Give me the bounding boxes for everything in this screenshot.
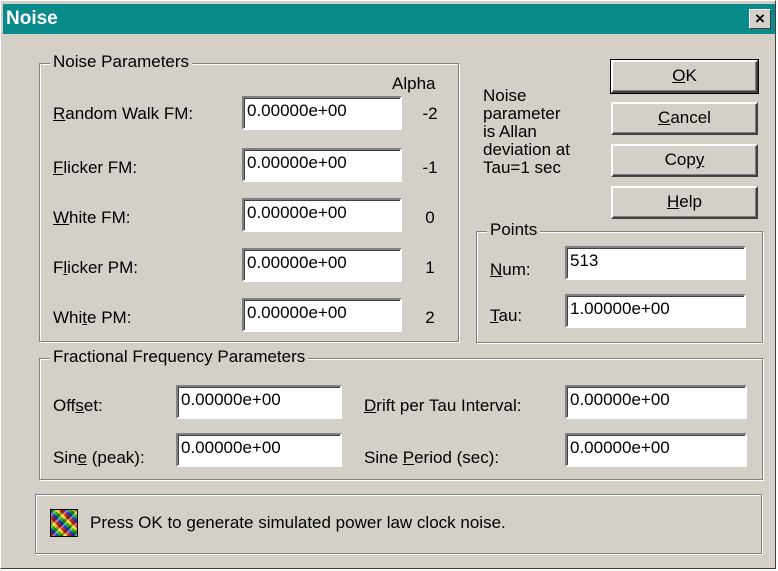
alpha-value: 1 [425,258,435,277]
white-fm-input[interactable]: 0.00000e+00 [242,198,402,232]
note-line: parameter [483,104,561,123]
alpha-value: 0 [425,208,435,227]
noise-note: Noise parameter is Allan deviation at Ta… [483,87,593,177]
sine-period-input[interactable]: 0.00000e+00 [565,433,747,467]
white-pm-input[interactable]: 0.00000e+00 [242,298,402,332]
flicker-fm-input[interactable]: 0.00000e+00 [242,148,402,182]
flicker-pm-label: Flicker PM: [53,258,139,277]
cancel-button[interactable]: Cancel [611,102,758,135]
window-title: Noise [6,8,58,29]
sine-period-label: Sine Period (sec): [364,448,500,467]
noise-parameters-group: Noise Parameters Alpha Random Walk FM: 0… [39,52,459,342]
drift-label: Drift per Tau Interval: [364,396,522,415]
points-group: Points Num: 513 Tau: 1.00000e+00 [476,220,763,343]
copy-button[interactable]: Copy [611,144,758,177]
sine-peak-label: Sine (peak): [53,448,145,467]
noise-pattern-icon [50,509,78,537]
random-walk-fm-label: Random Walk FM: [53,104,194,123]
random-walk-fm-input[interactable]: 0.00000e+00 [242,96,402,130]
drift-input[interactable]: 0.00000e+00 [565,385,747,419]
status-message: Press OK to generate simulated power law… [90,513,506,532]
note-line: Tau=1 sec [483,158,561,177]
flicker-pm-input[interactable]: 0.00000e+00 [242,248,402,282]
alpha-header: Alpha [392,74,436,93]
help-button[interactable]: Help [611,186,758,219]
fractional-frequency-legend: Fractional Frequency Parameters [50,347,309,367]
status-panel: Press OK to generate simulated power law… [35,494,762,554]
points-legend: Points [487,220,541,240]
num-label: Num: [490,260,531,279]
note-line: is Allan [483,122,537,141]
white-fm-label: White FM: [53,208,131,227]
close-icon: × [755,9,765,28]
note-line: deviation at [483,140,570,159]
note-line: Noise [483,86,527,105]
offset-input[interactable]: 0.00000e+00 [176,385,342,419]
alpha-value: -1 [422,158,438,177]
offset-label: Offset: [53,396,103,415]
tau-input[interactable]: 1.00000e+00 [565,294,746,328]
title-bar: Noise × [3,4,775,34]
alpha-value: 2 [425,308,435,327]
noise-parameters-legend: Noise Parameters [50,52,193,72]
num-input[interactable]: 513 [565,246,746,280]
fractional-frequency-group: Fractional Frequency Parameters Offset: … [39,347,763,480]
tau-label: Tau: [490,306,523,325]
alpha-value: -2 [422,104,438,123]
close-button[interactable]: × [749,9,771,29]
white-pm-label: White PM: [53,308,132,327]
flicker-fm-label: Flicker FM: [53,158,138,177]
sine-peak-input[interactable]: 0.00000e+00 [176,433,342,467]
noise-dialog: Noise × Noise Parameters Alpha Random Wa… [0,0,776,569]
ok-button[interactable]: OK [610,59,759,94]
